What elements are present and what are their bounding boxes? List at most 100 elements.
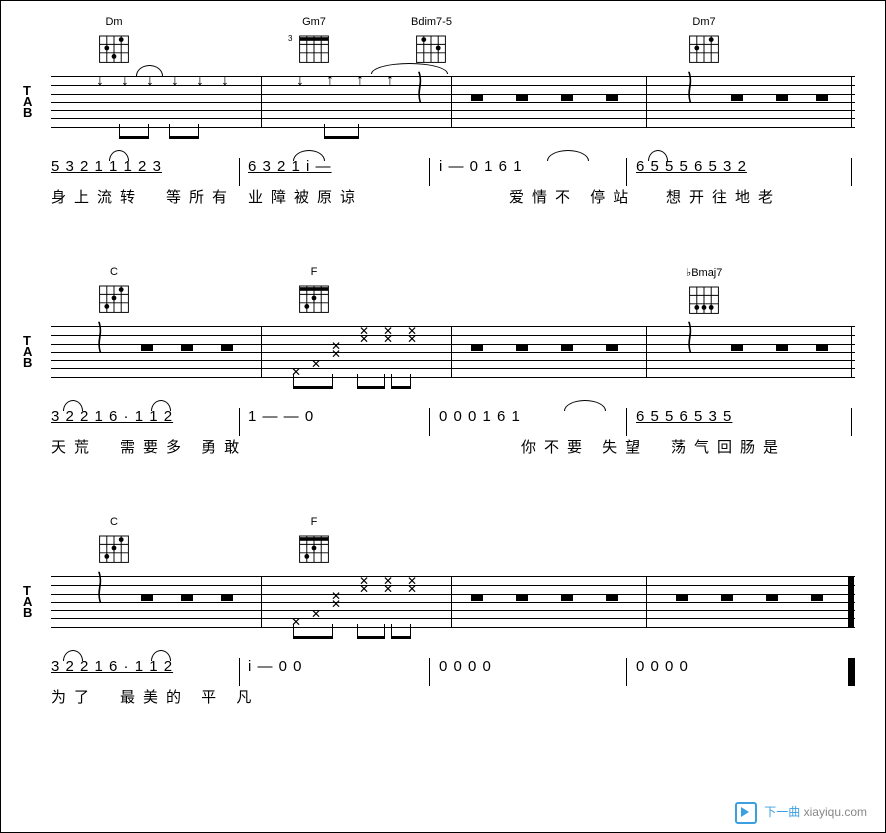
mute-icon (359, 582, 369, 596)
strum-up-icon (356, 72, 364, 90)
barline (261, 77, 262, 127)
arpeggio-icon (96, 574, 104, 599)
barline (451, 77, 452, 127)
barline (646, 77, 647, 127)
jianpu-bar: 0 0 0 1 6 1 (439, 408, 521, 425)
jianpu-bar: 6 5 5 6 5 3 5 (636, 408, 732, 425)
lyric: 荡气回肠是 (671, 436, 786, 457)
mute-icon (311, 357, 321, 371)
rest (776, 345, 788, 351)
jianpu-bar: 6 5 5 5 6 5 3 2 (636, 158, 747, 175)
beam (293, 628, 333, 639)
mute-icon (407, 582, 417, 596)
barline (851, 77, 852, 127)
jianpu-bar: 6 3 2 1 i — (248, 158, 332, 175)
beam (119, 128, 149, 139)
rest (731, 95, 743, 101)
strum-down-icon (196, 72, 204, 90)
rest (221, 345, 233, 351)
system-3: C F TAB (51, 516, 855, 708)
system-2: C F ♭Bmaj7 TAB (51, 266, 855, 458)
mute-icon (407, 332, 417, 346)
mute-icon (311, 607, 321, 621)
rest (181, 595, 193, 601)
watermark-logo: 下一曲 xiayiqu.com (735, 802, 867, 824)
jianpu-bar: 5 3 2 1 1 1 2 3 (51, 158, 162, 175)
chord-f: F (296, 516, 332, 569)
rest (766, 595, 778, 601)
sheet-music-page: Dm Gm7 3 Bdim7-5 Dm7 TAB (0, 0, 886, 833)
jianpu-bar: 1 — — 0 (248, 408, 314, 425)
lyric: 业障被原谅 (248, 186, 363, 207)
beam (357, 378, 385, 389)
barline (451, 327, 452, 377)
jianpu-bar: i — 0 1 6 1 (439, 158, 523, 175)
lyric: 身上流转 等所有 (51, 186, 235, 207)
strum-down-icon (171, 72, 179, 90)
beam (357, 628, 385, 639)
lyric-row: 身上流转 等所有 业障被原谅 爱情不 停站 想开往地老 (51, 186, 855, 208)
lyric-row: 为了 最美的 平 凡 (51, 686, 855, 708)
tab-label: TAB (23, 585, 32, 618)
jianpu-row: 5 3 2 1 1 1 2 3 6 3 2 1 i — i — 0 1 6 1 … (51, 158, 855, 186)
lyric: 爱情不 停站 (509, 186, 636, 207)
arpeggio-icon (686, 324, 694, 349)
beam (324, 128, 359, 139)
rest (471, 95, 483, 101)
beam (391, 628, 411, 639)
arpeggio-icon (416, 74, 424, 99)
jianpu-row: 3 2 2 1 6 · 1 1 2 i — 0 0 0 0 0 0 0 0 0 … (51, 658, 855, 686)
lyric: 你不要 失望 (521, 436, 648, 457)
rest (676, 595, 688, 601)
jianpu-bar: 3 2 2 1 6 · 1 1 2 (51, 658, 173, 675)
rest (721, 595, 733, 601)
tab-staff: TAB (51, 76, 855, 128)
rest (181, 345, 193, 351)
beam (293, 378, 333, 389)
rest (731, 345, 743, 351)
beam (391, 378, 411, 389)
system-1: Dm Gm7 3 Bdim7-5 Dm7 TAB (51, 16, 855, 208)
jianpu-bar: 0 0 0 0 (439, 658, 492, 675)
beam (169, 128, 199, 139)
mute-icon (383, 332, 393, 346)
chord-diagram-icon (96, 30, 132, 66)
rest (606, 595, 618, 601)
final-barline (848, 577, 854, 627)
mute-icon (331, 347, 341, 361)
rest (221, 595, 233, 601)
tab-label: TAB (23, 85, 32, 118)
arpeggio-icon (96, 324, 104, 349)
barline (646, 327, 647, 377)
rest (516, 95, 528, 101)
mute-icon (331, 597, 341, 611)
rest (811, 595, 823, 601)
strum-down-icon (296, 72, 304, 90)
chord-f: F (296, 266, 332, 319)
lyric: 天荒 需要多 勇敢 (51, 436, 247, 457)
tab-staff: TAB (51, 326, 855, 378)
rest (606, 345, 618, 351)
chord-diagram-icon (296, 530, 332, 566)
barline (261, 327, 262, 377)
rest (606, 95, 618, 101)
play-icon (735, 802, 757, 824)
strum-up-icon (326, 72, 334, 90)
jianpu-bar: i — 0 0 (248, 658, 303, 675)
rest (141, 595, 153, 601)
rest (816, 95, 828, 101)
rest (561, 95, 573, 101)
rest (776, 95, 788, 101)
rest (471, 345, 483, 351)
mute-icon (359, 332, 369, 346)
jianpu-row: 3 2 2 1 6 · 1 1 2 1 — — 0 0 0 0 1 6 1 6 … (51, 408, 855, 436)
barline (261, 577, 262, 627)
mute-icon (383, 582, 393, 596)
chord-row: C F (51, 516, 855, 576)
lyric-row: 天荒 需要多 勇敢 你不要 失望 荡气回肠是 (51, 436, 855, 458)
logo-url: xiayiqu.com (804, 805, 867, 819)
rest (561, 345, 573, 351)
strum-down-icon (96, 72, 104, 90)
strum-up-icon (386, 72, 394, 90)
arpeggio-icon (686, 74, 694, 99)
